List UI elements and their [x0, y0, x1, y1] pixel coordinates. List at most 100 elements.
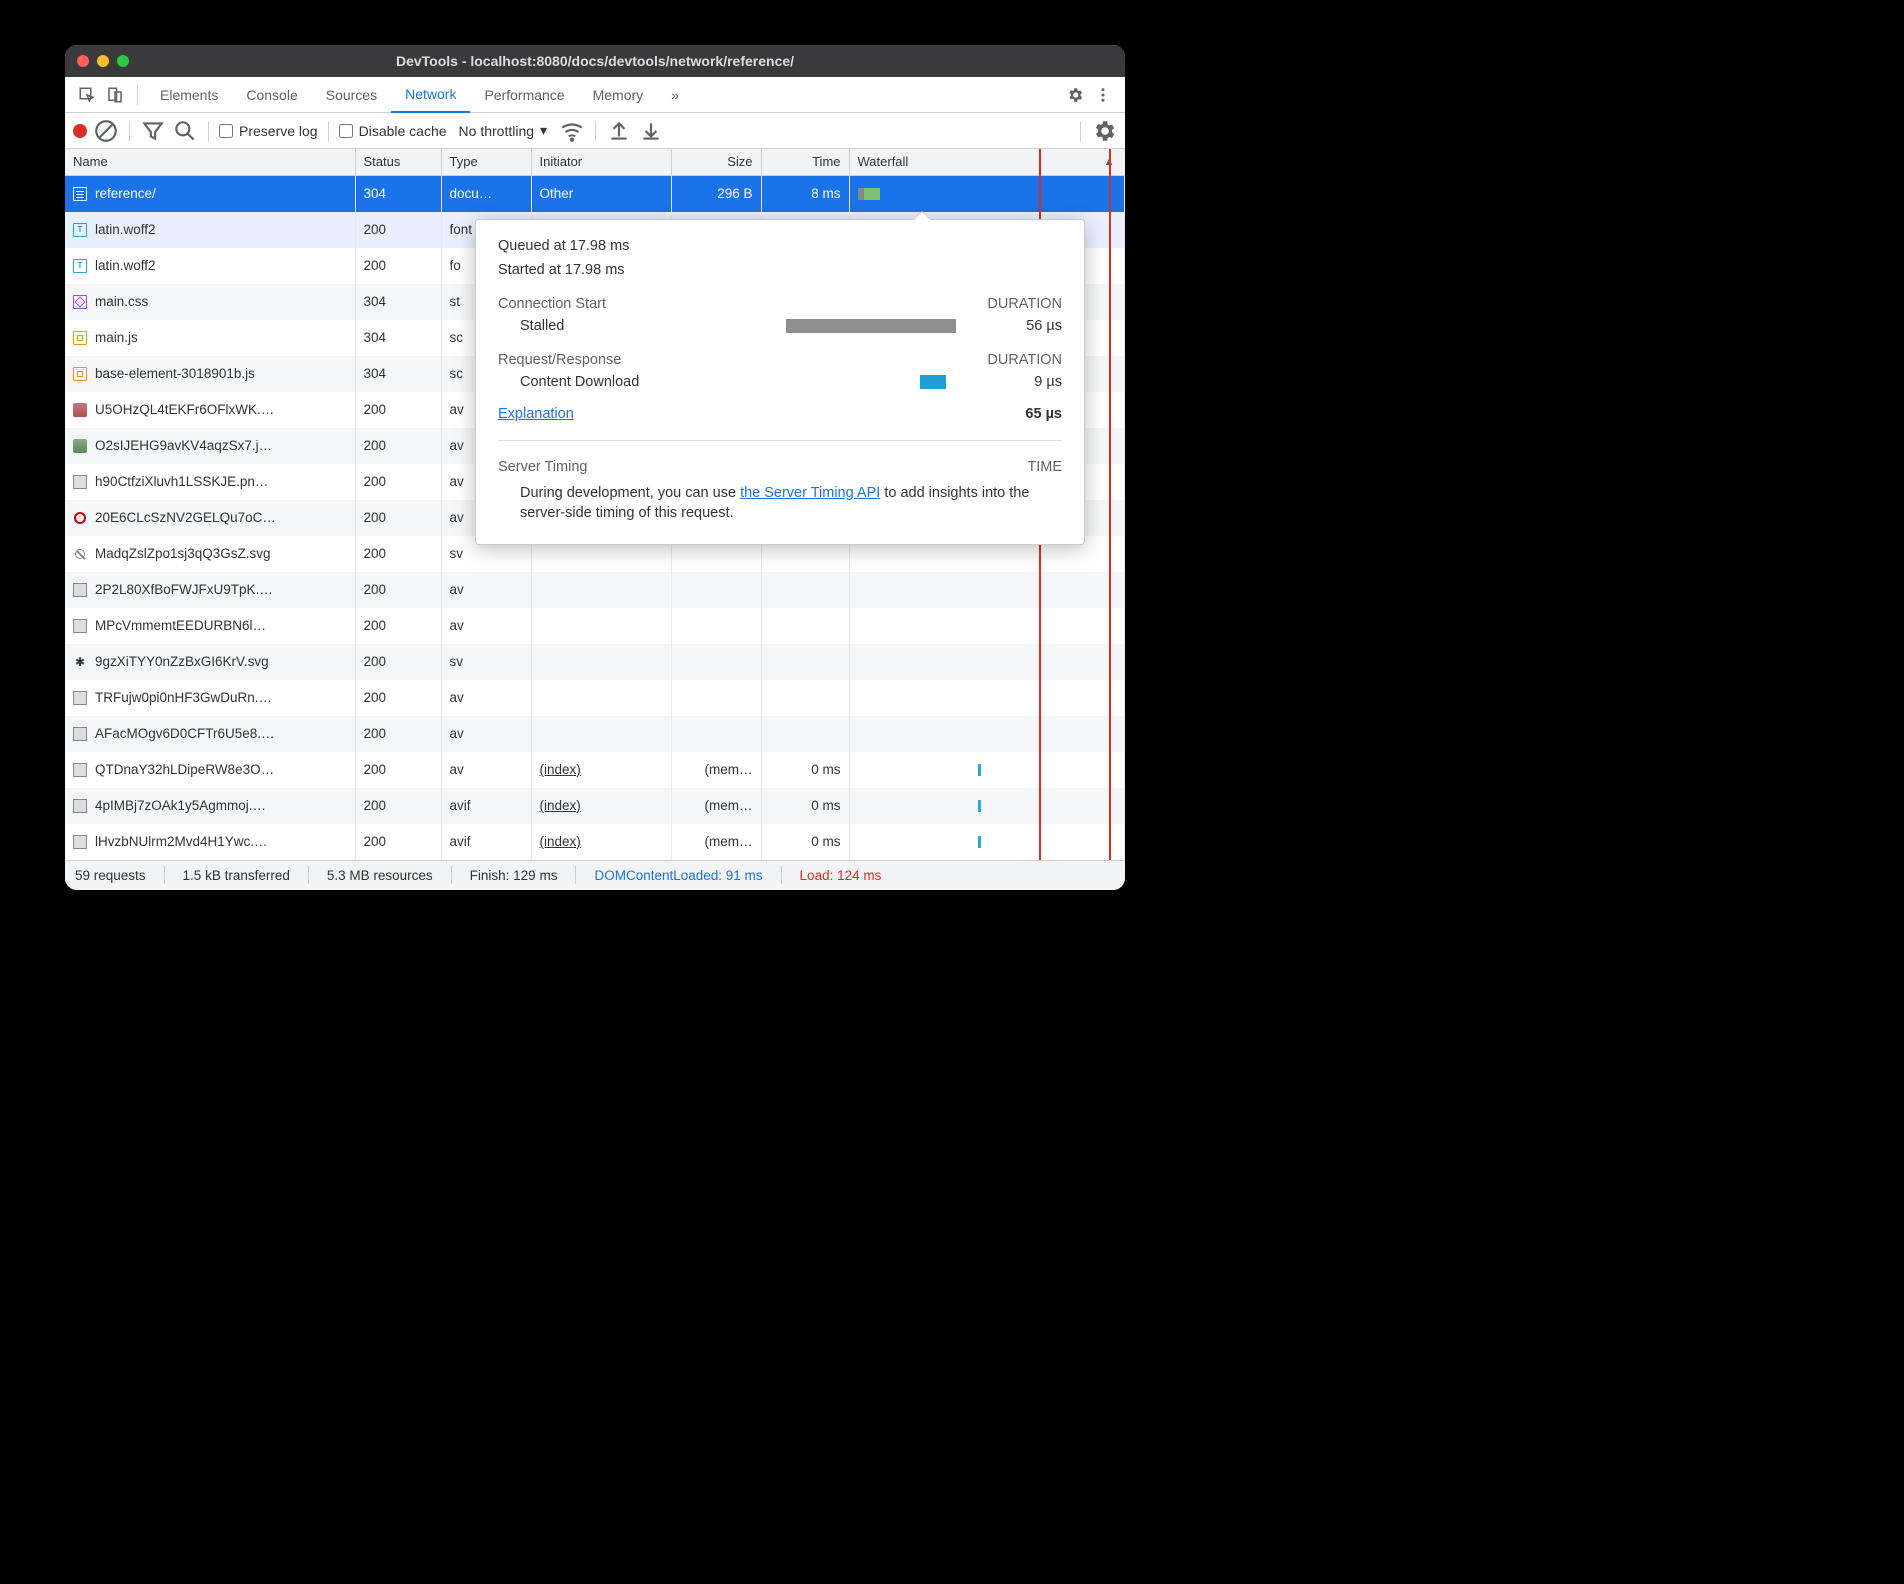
minimize-window-button[interactable]	[97, 55, 109, 67]
request-name: 2P2L80XfBoFWJFxU9TpK.…	[95, 582, 273, 597]
col-time[interactable]: Time	[761, 149, 849, 175]
request-initiator[interactable]	[531, 680, 671, 716]
col-name[interactable]: Name	[65, 149, 355, 175]
request-size: (mem…	[671, 788, 761, 824]
request-initiator[interactable]: (index)	[531, 824, 671, 860]
table-row[interactable]: 4pIMBj7zOAk1y5Agmmoj.…200avif(index)(mem…	[65, 788, 1125, 824]
request-waterfall	[849, 824, 1125, 860]
throttling-select[interactable]: No throttling ▾	[453, 122, 554, 139]
table-row[interactable]: lHvzbNUlrm2Mvd4H1Ywc.…200avif(index)(mem…	[65, 824, 1125, 860]
request-initiator[interactable]: Other	[531, 175, 671, 212]
filter-icon[interactable]	[140, 118, 166, 144]
tab-console[interactable]: Console	[232, 77, 311, 113]
tabs-overflow-button[interactable]: »	[657, 77, 693, 113]
titlebar: DevTools - localhost:8080/docs/devtools/…	[65, 45, 1125, 77]
tab-performance[interactable]: Performance	[470, 77, 578, 113]
request-time	[761, 572, 849, 608]
tab-elements[interactable]: Elements	[146, 77, 232, 113]
request-name: 9gzXiTYY0nZzBxGI6KrV.svg	[95, 654, 269, 669]
popover-queued: Queued at 17.98 ms	[498, 238, 1062, 254]
preserve-log-checkbox[interactable]: Preserve log	[219, 123, 318, 139]
load-event-line	[1109, 149, 1111, 860]
request-initiator[interactable]	[531, 572, 671, 608]
request-status: 200	[355, 716, 441, 752]
stalled-bar	[786, 319, 956, 333]
request-type: av	[441, 752, 531, 788]
popover-started: Started at 17.98 ms	[498, 262, 1062, 278]
col-initiator[interactable]: Initiator	[531, 149, 671, 175]
server-timing-hint: During development, you can use the Serv…	[498, 483, 1062, 524]
table-row[interactable]: QTDnaY32hLDipeRW8e3O…200av(index)(mem…0 …	[65, 752, 1125, 788]
request-time: 0 ms	[761, 788, 849, 824]
request-name: h90CtfziXluvh1LSSKJE.pn…	[95, 474, 268, 489]
disable-cache-checkbox[interactable]: Disable cache	[339, 123, 447, 139]
request-status: 304	[355, 284, 441, 320]
close-window-button[interactable]	[77, 55, 89, 67]
request-waterfall	[849, 644, 1125, 680]
request-name: MPcVmmemtEEDURBN6l…	[95, 618, 266, 633]
request-name: TRFujw0pi0nHF3GwDuRn.…	[95, 690, 272, 705]
search-icon[interactable]	[172, 118, 198, 144]
request-time	[761, 608, 849, 644]
inspect-element-icon[interactable]	[73, 81, 101, 109]
request-time	[761, 680, 849, 716]
request-status: 304	[355, 320, 441, 356]
download-har-icon[interactable]	[638, 118, 664, 144]
upload-har-icon[interactable]	[606, 118, 632, 144]
table-row[interactable]: AFacMOgv6D0CFTr6U5e8.…200av	[65, 716, 1125, 752]
server-timing-api-link[interactable]: the Server Timing API	[740, 485, 880, 501]
request-type: sv	[441, 644, 531, 680]
table-row[interactable]: reference/304docu…Other296 B8 ms	[65, 175, 1125, 212]
settings-icon[interactable]	[1061, 81, 1089, 109]
request-status: 200	[355, 752, 441, 788]
request-name: O2sIJEHG9avKV4aqzSx7.j…	[95, 438, 272, 453]
duration-label-2: DURATION	[987, 352, 1062, 368]
tab-memory[interactable]: Memory	[579, 77, 658, 113]
table-row[interactable]: TRFujw0pi0nHF3GwDuRn.…200av	[65, 680, 1125, 716]
col-status[interactable]: Status	[355, 149, 441, 175]
request-initiator[interactable]: (index)	[531, 788, 671, 824]
request-status: 200	[355, 500, 441, 536]
request-initiator[interactable]	[531, 716, 671, 752]
request-size	[671, 572, 761, 608]
sb-domcontentloaded: DOMContentLoaded: 91 ms	[594, 868, 762, 883]
col-size[interactable]: Size	[671, 149, 761, 175]
more-menu-icon[interactable]	[1089, 81, 1117, 109]
time-label: TIME	[1027, 459, 1062, 475]
request-name: MadqZslZpo1sj3qQ3GsZ.svg	[95, 546, 271, 561]
chevron-down-icon: ▾	[540, 122, 547, 139]
request-size: (mem…	[671, 824, 761, 860]
col-type[interactable]: Type	[441, 149, 531, 175]
table-row[interactable]: ✱9gzXiTYY0nZzBxGI6KrV.svg200sv	[65, 644, 1125, 680]
request-name: U5OHzQL4tEKFr6OFlxWK.…	[95, 402, 274, 417]
request-size: 296 B	[671, 175, 761, 212]
request-time	[761, 644, 849, 680]
maximize-window-button[interactable]	[117, 55, 129, 67]
clear-icon[interactable]	[93, 118, 119, 144]
tab-network[interactable]: Network	[391, 77, 470, 113]
sb-transferred: 1.5 kB transferred	[183, 868, 290, 883]
window-title: DevTools - localhost:8080/docs/devtools/…	[65, 53, 1125, 69]
tab-sources[interactable]: Sources	[312, 77, 391, 113]
request-name: lHvzbNUlrm2Mvd4H1Ywc.…	[95, 834, 268, 849]
table-row[interactable]: 2P2L80XfBoFWJFxU9TpK.…200av	[65, 572, 1125, 608]
request-status: 304	[355, 356, 441, 392]
request-name: latin.woff2	[95, 222, 156, 237]
table-row[interactable]: MPcVmmemtEEDURBN6l…200av	[65, 608, 1125, 644]
request-status: 200	[355, 392, 441, 428]
request-table: Name Status Type Initiator Size Time Wat…	[65, 149, 1125, 860]
record-button[interactable]	[73, 124, 87, 138]
explanation-link[interactable]: Explanation	[498, 406, 574, 422]
request-initiator[interactable]	[531, 608, 671, 644]
device-toolbar-icon[interactable]	[101, 81, 129, 109]
request-initiator[interactable]	[531, 644, 671, 680]
request-initiator[interactable]: (index)	[531, 752, 671, 788]
request-name: QTDnaY32hLDipeRW8e3O…	[95, 762, 274, 777]
duration-label: DURATION	[987, 296, 1062, 312]
col-waterfall[interactable]: Waterfall▲	[849, 149, 1125, 175]
request-waterfall	[849, 752, 1125, 788]
request-waterfall	[849, 175, 1125, 212]
network-settings-icon[interactable]	[1091, 118, 1117, 144]
network-conditions-icon[interactable]	[559, 118, 585, 144]
request-waterfall	[849, 680, 1125, 716]
